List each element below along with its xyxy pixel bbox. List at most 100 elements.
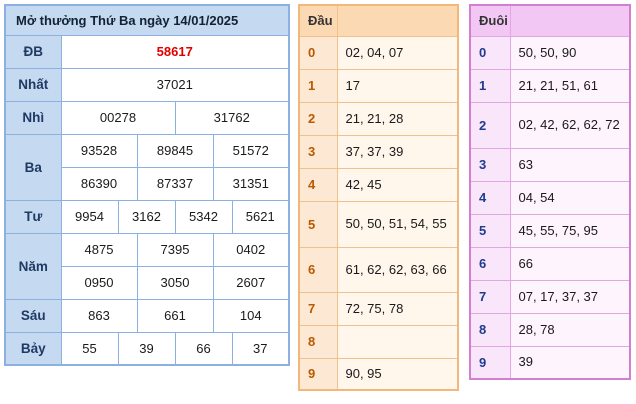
prize-value: 3162 — [117, 199, 176, 234]
duoi-row: 9 39 — [469, 345, 631, 380]
dau-row: 2 21, 21, 28 — [298, 101, 459, 136]
prize-value: 89845 — [136, 133, 214, 168]
dau-header: Đầu — [298, 4, 338, 37]
dau-table: Đầu 0 02, 04, 07 1 17 2 21, 21, 28 3 37,… — [298, 4, 459, 391]
prize-label-nhi: Nhì — [4, 100, 62, 135]
dau-row: 3 37, 37, 39 — [298, 134, 459, 169]
prize-value: 93528 — [60, 133, 138, 168]
prize-label-bay: Bảy — [4, 331, 62, 366]
prize-value: 2607 — [212, 265, 290, 300]
duoi-value: 63 — [509, 147, 631, 182]
duoi-key: 9 — [469, 345, 511, 380]
dau-row: 5 50, 50, 51, 54, 55 — [298, 200, 459, 248]
dau-value: 61, 62, 62, 63, 66 — [336, 246, 459, 293]
duoi-header: Đuôi — [469, 4, 511, 37]
dau-value: 37, 37, 39 — [336, 134, 459, 169]
duoi-key: 0 — [469, 35, 511, 70]
duoi-row: 3 63 — [469, 147, 631, 182]
prize-row-db: ĐB 58617 — [4, 34, 290, 69]
prize-label-db: ĐB — [4, 34, 62, 69]
prize-row-tu: Tư 9954 3162 5342 5621 — [4, 199, 290, 234]
results-table: Mở thưởng Thứ Ba ngày 14/01/2025 ĐB 5861… — [4, 4, 290, 366]
prize-value: 39 — [117, 331, 176, 366]
prize-value: 51572 — [212, 133, 290, 168]
prize-value: 0950 — [60, 265, 138, 300]
prize-row-ba: Ba 93528 89845 51572 — [4, 133, 290, 201]
dau-value: 42, 45 — [336, 167, 459, 202]
duoi-value: 04, 54 — [509, 180, 631, 215]
prize-row-nhi: Nhì 00278 31762 — [4, 100, 290, 135]
dau-row: 1 17 — [298, 68, 459, 103]
dau-value — [336, 324, 459, 359]
prize-value: 5342 — [174, 199, 233, 234]
duoi-row: 0 50, 50, 90 — [469, 35, 631, 70]
dau-key: 5 — [298, 200, 338, 248]
dau-value: 02, 04, 07 — [336, 35, 459, 70]
duoi-key: 8 — [469, 312, 511, 347]
prize-value: 37 — [231, 331, 290, 366]
dau-key: 9 — [298, 357, 338, 391]
prize-value: 863 — [60, 298, 138, 333]
dau-key: 7 — [298, 291, 338, 326]
duoi-header-blank — [509, 4, 631, 37]
prize-row-bay: Bảy 55 39 66 37 — [4, 331, 290, 366]
dau-value: 72, 75, 78 — [336, 291, 459, 326]
prize-value: 87337 — [136, 166, 214, 201]
prize-value: 37021 — [60, 67, 290, 102]
duoi-value: 02, 42, 62, 62, 72 — [509, 101, 631, 149]
prize-label-sau: Sáu — [4, 298, 62, 333]
prize-value: 00278 — [60, 100, 176, 135]
prize-value: 66 — [174, 331, 233, 366]
duoi-value: 21, 21, 51, 61 — [509, 68, 631, 103]
prize-value: 0402 — [212, 232, 290, 267]
duoi-row: 4 04, 54 — [469, 180, 631, 215]
duoi-row: 8 28, 78 — [469, 312, 631, 347]
prize-value: 661 — [136, 298, 214, 333]
duoi-row: 2 02, 42, 62, 62, 72 — [469, 101, 631, 149]
duoi-key: 5 — [469, 213, 511, 248]
prize-value: 104 — [212, 298, 290, 333]
dau-row: 6 61, 62, 62, 63, 66 — [298, 246, 459, 293]
duoi-row: 6 66 — [469, 246, 631, 281]
dau-value: 21, 21, 28 — [336, 101, 459, 136]
prize-value: 31351 — [212, 166, 290, 201]
prize-row-nam: Năm 4875 7395 0402 — [4, 232, 290, 300]
duoi-value: 50, 50, 90 — [509, 35, 631, 70]
duoi-row: 5 45, 55, 75, 95 — [469, 213, 631, 248]
dau-row: 4 42, 45 — [298, 167, 459, 202]
duoi-value: 28, 78 — [509, 312, 631, 347]
prize-value: 4875 — [60, 232, 138, 267]
duoi-key: 2 — [469, 101, 511, 149]
duoi-row: 1 21, 21, 51, 61 — [469, 68, 631, 103]
dau-key: 8 — [298, 324, 338, 359]
dau-key: 4 — [298, 167, 338, 202]
dau-key: 2 — [298, 101, 338, 136]
page-title: Mở thưởng Thứ Ba ngày 14/01/2025 — [4, 4, 290, 36]
prize-value: 58617 — [60, 34, 290, 69]
prize-value: 31762 — [174, 100, 290, 135]
prize-value: 3050 — [136, 265, 214, 300]
prize-label-tu: Tư — [4, 199, 62, 234]
prize-label-nam: Năm — [4, 232, 62, 300]
duoi-value: 39 — [509, 345, 631, 380]
dau-value: 50, 50, 51, 54, 55 — [336, 200, 459, 248]
dau-row: 7 72, 75, 78 — [298, 291, 459, 326]
dau-key: 3 — [298, 134, 338, 169]
duoi-table: Đuôi 0 50, 50, 90 1 21, 21, 51, 61 2 02,… — [469, 4, 631, 380]
dau-row: 0 02, 04, 07 — [298, 35, 459, 70]
dau-value: 90, 95 — [336, 357, 459, 391]
prize-value: 86390 — [60, 166, 138, 201]
prize-row-sau: Sáu 863 661 104 — [4, 298, 290, 333]
duoi-key: 1 — [469, 68, 511, 103]
prize-row-nhat: Nhất 37021 — [4, 67, 290, 102]
prize-label-nhat: Nhất — [4, 67, 62, 102]
prize-value: 7395 — [136, 232, 214, 267]
dau-row: 9 90, 95 — [298, 357, 459, 391]
dau-row: 8 — [298, 324, 459, 359]
duoi-row: 7 07, 17, 37, 37 — [469, 279, 631, 314]
duoi-value: 66 — [509, 246, 631, 281]
duoi-value: 07, 17, 37, 37 — [509, 279, 631, 314]
dau-key: 0 — [298, 35, 338, 70]
prize-value: 5621 — [231, 199, 290, 234]
dau-key: 1 — [298, 68, 338, 103]
